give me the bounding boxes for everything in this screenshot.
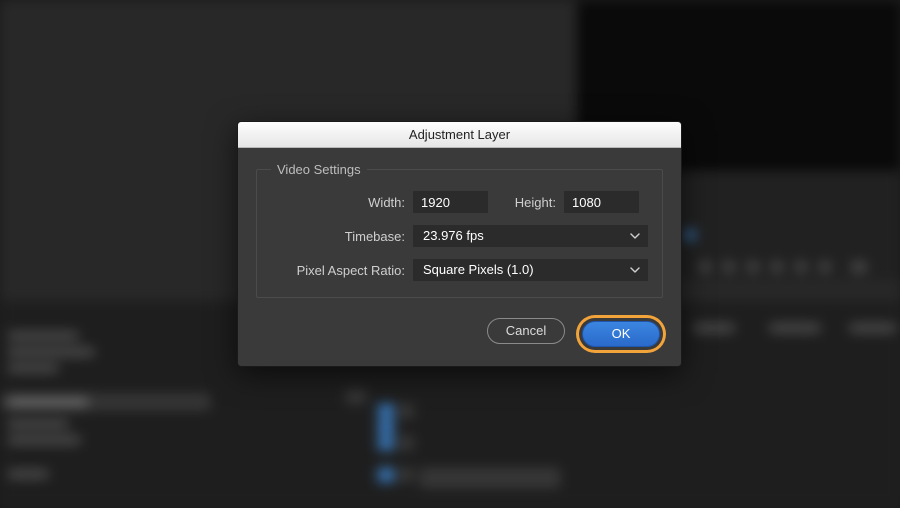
video-settings-group: Video Settings Width: Height: Timebase: … xyxy=(256,162,663,298)
timebase-select[interactable]: 23.976 fps xyxy=(413,225,648,247)
timebase-value: 23.976 fps xyxy=(423,228,484,243)
height-label: Height: xyxy=(502,195,564,210)
chevron-down-icon xyxy=(630,233,640,239)
width-input[interactable] xyxy=(413,191,488,213)
width-label: Width: xyxy=(271,195,413,210)
ok-button-highlight: OK xyxy=(579,318,663,350)
cancel-button[interactable]: Cancel xyxy=(487,318,565,344)
pixel-aspect-ratio-label: Pixel Aspect Ratio: xyxy=(271,263,413,278)
pixel-aspect-ratio-value: Square Pixels (1.0) xyxy=(423,262,534,277)
ok-button[interactable]: OK xyxy=(582,321,660,347)
chevron-down-icon xyxy=(630,267,640,273)
adjustment-layer-dialog: Adjustment Layer Video Settings Width: H… xyxy=(237,121,682,367)
timebase-label: Timebase: xyxy=(271,229,413,244)
pixel-aspect-ratio-select[interactable]: Square Pixels (1.0) xyxy=(413,259,648,281)
height-input[interactable] xyxy=(564,191,639,213)
dialog-title: Adjustment Layer xyxy=(238,122,681,148)
video-settings-legend: Video Settings xyxy=(271,162,367,177)
